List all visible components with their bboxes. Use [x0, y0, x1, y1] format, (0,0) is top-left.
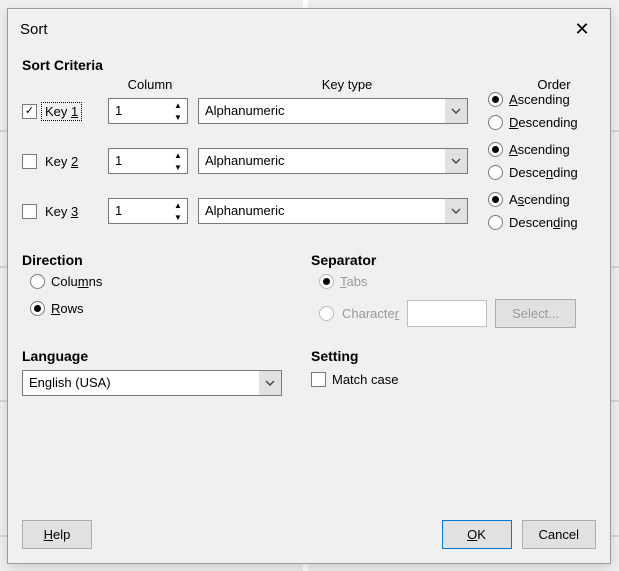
match-case-label: Match case	[332, 372, 398, 387]
keytype-header: Key type	[202, 77, 472, 92]
language-value: English (USA)	[23, 371, 259, 395]
key3-keytype-value: Alphanumeric	[199, 199, 445, 223]
key1-label[interactable]: Key 1	[41, 102, 82, 121]
spinner-up-icon[interactable]: ▲	[169, 149, 187, 161]
spinner-up-icon[interactable]: ▲	[169, 99, 187, 111]
column-header: Column	[108, 77, 202, 92]
dialog-body: Sort Criteria Column Key type Order Key …	[8, 49, 610, 520]
key1-checkbox[interactable]	[22, 104, 37, 119]
window-title: Sort	[20, 21, 48, 38]
separator-character-row: Character Select...	[319, 299, 596, 328]
key2-column-spinner[interactable]: 1 ▲ ▼	[108, 148, 188, 174]
radio-icon	[30, 301, 45, 316]
criteria-row-2: Key 2 1 ▲ ▼ Alphanumeric Ascending	[22, 148, 596, 174]
match-case-checkbox[interactable]	[311, 372, 326, 387]
key3-keytype-combo[interactable]: Alphanumeric	[198, 198, 468, 224]
radio-icon	[488, 92, 503, 107]
separator-tabs: Tabs	[319, 274, 596, 289]
key1-column-value[interactable]: 1	[109, 99, 169, 123]
language-combo[interactable]: English (USA)	[22, 370, 282, 396]
separator-character-label: Character	[342, 306, 399, 321]
key3-checkbox[interactable]	[22, 204, 37, 219]
close-icon[interactable]: ✕	[564, 19, 600, 40]
setting-heading: Setting	[311, 348, 596, 364]
criteria-headers: Column Key type Order	[22, 77, 596, 92]
direction-rows[interactable]: Rows	[30, 301, 307, 316]
cancel-button[interactable]: Cancel	[522, 520, 596, 549]
dialog-footer: Help OK Cancel	[8, 520, 610, 563]
spinner-up-icon[interactable]: ▲	[169, 199, 187, 211]
radio-icon	[319, 274, 334, 289]
key1-keytype-combo[interactable]: Alphanumeric	[198, 98, 468, 124]
sort-criteria-heading: Sort Criteria	[22, 57, 596, 73]
key1-column-spinner[interactable]: 1 ▲ ▼	[108, 98, 188, 124]
titlebar: Sort ✕	[8, 9, 610, 49]
key2-keytype-value: Alphanumeric	[199, 149, 445, 173]
key1-keytype-value: Alphanumeric	[199, 99, 445, 123]
sort-dialog: Sort ✕ Sort Criteria Column Key type Ord…	[7, 8, 611, 564]
radio-icon	[488, 192, 503, 207]
separator-character-input	[407, 300, 487, 327]
direction-columns[interactable]: Columns	[30, 274, 307, 289]
radio-icon	[488, 115, 503, 130]
key3-column-spinner[interactable]: 1 ▲ ▼	[108, 198, 188, 224]
ok-button[interactable]: OK	[442, 520, 512, 549]
key2-ascending[interactable]: Ascending	[488, 142, 596, 157]
match-case-row[interactable]: Match case	[311, 372, 596, 387]
radio-icon	[30, 274, 45, 289]
criteria-row-1: Key 1 1 ▲ ▼ Alphanumeric Ascending	[22, 98, 596, 124]
key2-checkbox[interactable]	[22, 154, 37, 169]
chevron-down-icon[interactable]	[259, 371, 281, 395]
criteria-row-3: Key 3 1 ▲ ▼ Alphanumeric Ascending	[22, 198, 596, 224]
key1-ascending[interactable]: Ascending	[488, 92, 596, 107]
key2-column-value[interactable]: 1	[109, 149, 169, 173]
radio-icon	[488, 215, 503, 230]
key3-descending[interactable]: Descending	[488, 215, 596, 230]
key3-column-value[interactable]: 1	[109, 199, 169, 223]
radio-icon	[319, 306, 334, 321]
chevron-down-icon[interactable]	[445, 99, 467, 123]
chevron-down-icon[interactable]	[445, 149, 467, 173]
spinner-down-icon[interactable]: ▼	[169, 211, 187, 223]
spinner-down-icon[interactable]: ▼	[169, 111, 187, 123]
direction-heading: Direction	[22, 252, 307, 268]
spinner-down-icon[interactable]: ▼	[169, 161, 187, 173]
radio-icon	[488, 165, 503, 180]
order-header: Order	[472, 77, 596, 92]
select-button: Select...	[495, 299, 576, 328]
key2-label[interactable]: Key 2	[41, 152, 82, 171]
radio-icon	[488, 142, 503, 157]
separator-heading: Separator	[311, 252, 596, 268]
key3-ascending[interactable]: Ascending	[488, 192, 596, 207]
language-heading: Language	[22, 348, 307, 364]
chevron-down-icon[interactable]	[445, 199, 467, 223]
key2-descending[interactable]: Descending	[488, 165, 596, 180]
help-button[interactable]: Help	[22, 520, 92, 549]
key2-keytype-combo[interactable]: Alphanumeric	[198, 148, 468, 174]
key1-descending[interactable]: Descending	[488, 115, 596, 130]
key3-label[interactable]: Key 3	[41, 202, 82, 221]
